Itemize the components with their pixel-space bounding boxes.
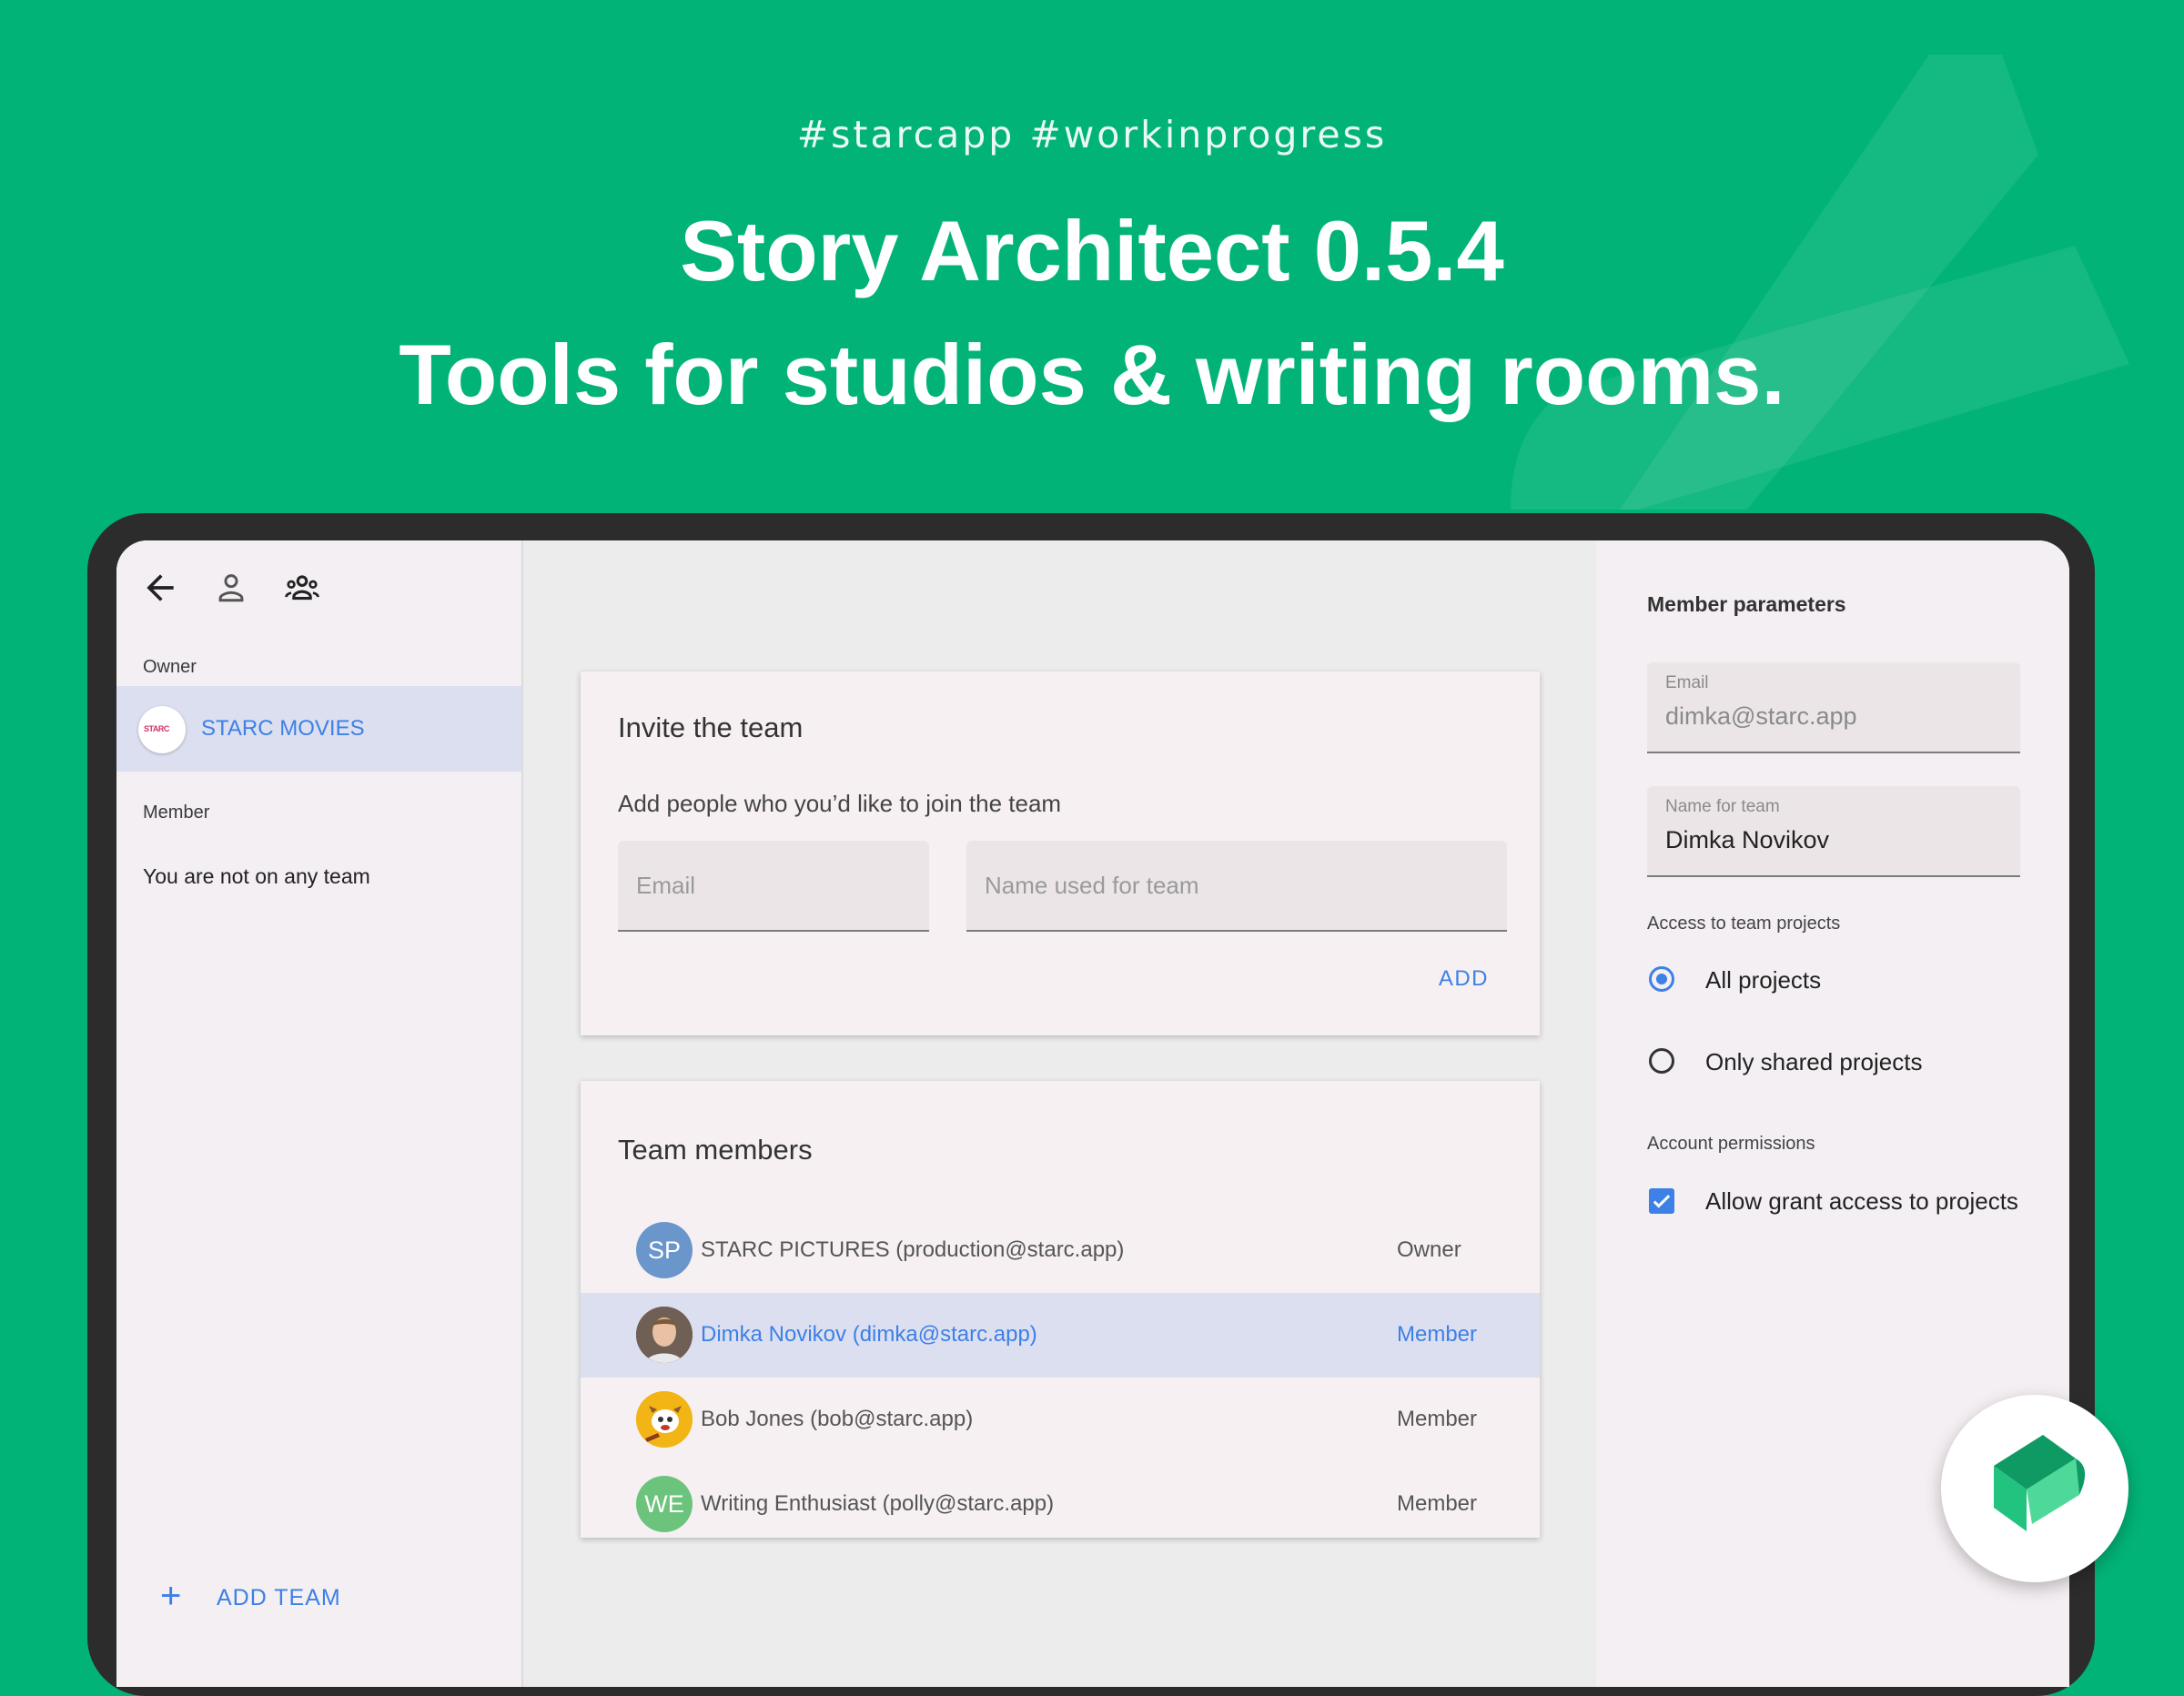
email-field-label: Email — [1665, 673, 1709, 692]
app-logo-badge — [1941, 1395, 2128, 1582]
name-for-team-field[interactable]: Name for team Dimka Novikov — [1647, 786, 2020, 877]
invite-subtitle: Add people who you’d like to join the te… — [618, 790, 1062, 817]
member-role: Member — [1397, 1407, 1478, 1431]
member-row-dimka-novikov[interactable]: Dimka Novikov (dimka@starc.app) Member — [581, 1293, 1540, 1378]
avatar: SP — [636, 1222, 693, 1278]
shared-projects-label[interactable]: Only shared projects — [1705, 1048, 1922, 1076]
member-row-starc-pictures[interactable]: SP STARC PICTURES (production@starc.app)… — [581, 1208, 1540, 1293]
plus-icon: + — [160, 1576, 182, 1616]
team-members-card: Team members SP STARC PICTURES (producti… — [581, 1081, 1540, 1538]
member-role: Member — [1397, 1491, 1478, 1516]
name-field-value: Dimka Novikov — [1665, 826, 1830, 853]
app-logo-icon — [1994, 1435, 2086, 1531]
headline-subtitle: Tools for studios & writing rooms. — [399, 327, 1785, 422]
headline-title: Story Architect 0.5.4 — [680, 203, 1504, 298]
member-section-label: Member — [143, 803, 210, 823]
member-name: STARC PICTURES (production@starc.app) — [701, 1237, 1125, 1262]
hashtags: #starcapp #workinprogress — [796, 113, 1388, 156]
email-field-value: dimka@starc.app — [1665, 702, 1857, 730]
avatar — [636, 1391, 693, 1448]
invite-title: Invite the team — [618, 712, 804, 743]
team-logo: STARC — [138, 706, 186, 753]
group-icon[interactable] — [282, 568, 322, 608]
owner-section-label: Owner — [143, 657, 197, 677]
email-placeholder: Email — [636, 872, 696, 899]
member-row-bob-jones[interactable]: Bob Jones (bob@starc.app) Member — [581, 1378, 1540, 1462]
member-email-field[interactable]: Email dimka@starc.app — [1647, 662, 2020, 753]
no-team-text: You are not on any team — [143, 864, 370, 888]
access-label: Access to team projects — [1647, 914, 1841, 934]
team-name-placeholder: Name used for team — [985, 872, 1199, 899]
member-role: Owner — [1397, 1237, 1461, 1262]
arrow-back-icon[interactable] — [140, 568, 180, 608]
team-name: STARC MOVIES — [201, 716, 365, 741]
add-team-label: ADD TEAM — [217, 1585, 341, 1610]
all-projects-label[interactable]: All projects — [1705, 966, 1821, 994]
avatar: WE — [636, 1476, 693, 1532]
team-members-title: Team members — [618, 1134, 813, 1166]
email-input[interactable]: Email — [618, 841, 929, 932]
grant-access-checkbox[interactable] — [1649, 1188, 1674, 1214]
member-name: Bob Jones (bob@starc.app) — [701, 1407, 974, 1431]
permissions-label: Account permissions — [1647, 1134, 1815, 1154]
grant-access-label[interactable]: Allow grant access to projects — [1705, 1187, 2018, 1216]
member-row-writing-enthusiast[interactable]: WE Writing Enthusiast (polly@starc.app) … — [581, 1462, 1540, 1547]
sidebar-item-starc-movies[interactable]: STARC STARC MOVIES — [116, 686, 521, 772]
all-projects-radio[interactable] — [1649, 966, 1674, 992]
checkmark-icon — [1653, 1195, 1671, 1208]
name-field-label: Name for team — [1665, 797, 1780, 816]
team-name-input[interactable]: Name used for team — [966, 841, 1507, 932]
app-window: Owner STARC STARC MOVIES Member You are … — [116, 540, 2069, 1687]
shared-projects-radio[interactable] — [1649, 1048, 1674, 1074]
invite-card: Invite the team Add people who you’d lik… — [581, 671, 1540, 1035]
member-parameters-title: Member parameters — [1647, 592, 1846, 616]
member-name: Writing Enthusiast (polly@starc.app) — [701, 1491, 1055, 1516]
member-role: Member — [1397, 1322, 1478, 1347]
avatar — [636, 1307, 693, 1363]
member-name: Dimka Novikov (dimka@starc.app) — [701, 1322, 1037, 1347]
sidebar: Owner STARC STARC MOVIES Member You are … — [116, 540, 523, 1687]
person-icon[interactable] — [211, 568, 251, 608]
add-member-button[interactable]: ADD — [1439, 966, 1489, 992]
